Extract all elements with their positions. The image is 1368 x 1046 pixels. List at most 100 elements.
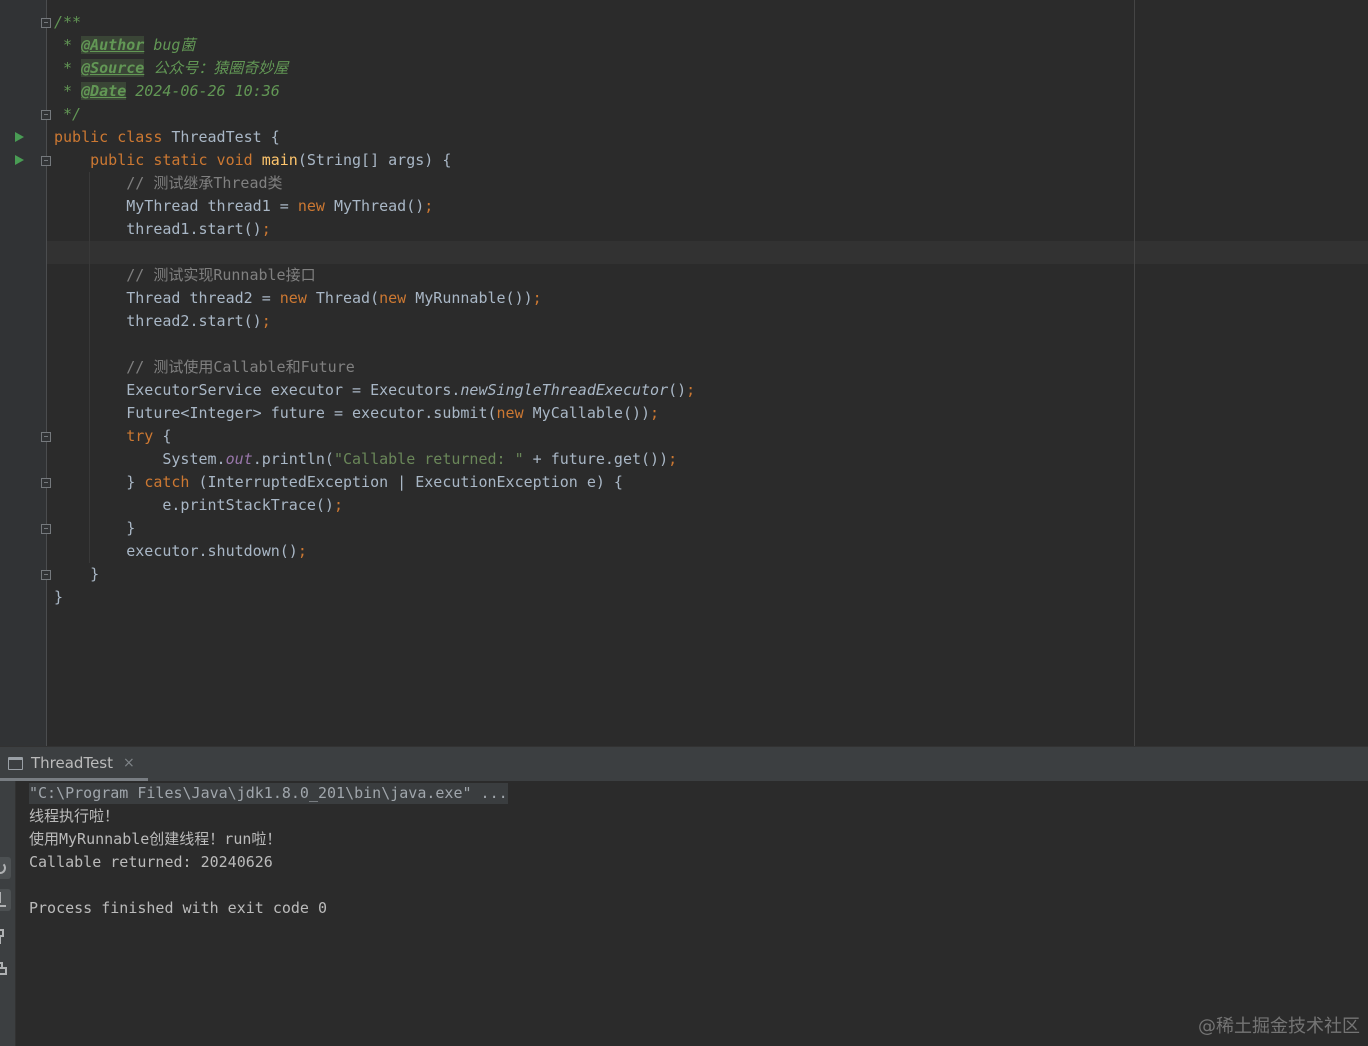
run-tab-threadtest[interactable]: ThreadTest ×: [0, 747, 148, 781]
doc-comment: /**: [54, 13, 82, 31]
console-exit-line: Process finished with exit code 0: [29, 899, 328, 917]
rerun-button[interactable]: [0, 857, 11, 879]
code-text: ThreadTest {: [162, 128, 280, 146]
code-line[interactable]: try {: [54, 425, 1354, 448]
run-gutter-icon[interactable]: [15, 132, 24, 142]
doc-value: 2024-06-26 10:36: [126, 82, 280, 100]
code-line[interactable]: System.out.println("Callable returned: "…: [54, 448, 1354, 471]
semicolon: ;: [686, 381, 696, 399]
code-text: .println(: [252, 450, 334, 468]
code-text: ExecutorService executor = Executors.: [54, 381, 461, 399]
string-literal: "Callable returned: ": [333, 450, 524, 468]
code-line[interactable]: public class ThreadTest {: [54, 126, 1354, 149]
code-text: Thread thread2 =: [54, 289, 280, 307]
fold-marker-icon[interactable]: [41, 524, 51, 534]
code-text: }: [54, 588, 64, 606]
keyword: public class: [54, 128, 163, 146]
static-method-call: newSingleThreadExecutor: [460, 381, 669, 399]
code-line[interactable]: MyThread thread1 = new MyThread();: [54, 195, 1354, 218]
code-area[interactable]: /** * @Author bug菌 * @Source 公众号：猿圈奇妙屋 *…: [54, 11, 1354, 609]
code-line[interactable]: thread2.start();: [54, 310, 1354, 333]
code-line[interactable]: Future<Integer> future = executor.submit…: [54, 402, 1354, 425]
code-line[interactable]: * @Source 公众号：猿圈奇妙屋: [54, 57, 1354, 80]
scroll-to-end-button[interactable]: [0, 889, 11, 911]
doc-value: bug菌: [144, 36, 196, 54]
close-icon[interactable]: ×: [123, 747, 135, 780]
fold-marker-icon[interactable]: [41, 570, 51, 580]
code-line[interactable]: // 测试实现Runnable接口: [54, 264, 1354, 287]
code-line[interactable]: }: [54, 563, 1354, 586]
pin-tab-button[interactable]: [0, 926, 11, 948]
fold-marker-icon[interactable]: [41, 156, 51, 166]
code-line[interactable]: } catch (InterruptedException | Executio…: [54, 471, 1354, 494]
code-text: MyThread(): [324, 197, 425, 215]
doc-value: 公众号：猿圈奇妙屋: [144, 59, 289, 77]
code-line[interactable]: public static void main(String[] args) {: [54, 149, 1354, 172]
code-line[interactable]: Thread thread2 = new Thread(new MyRunnab…: [54, 287, 1354, 310]
code-text: }: [54, 565, 100, 583]
console-output[interactable]: "C:\Program Files\Java\jdk1.8.0_201\bin\…: [0, 781, 1368, 1046]
fold-marker-icon[interactable]: [41, 478, 51, 488]
doc-tag: @Date: [81, 82, 127, 100]
code-line[interactable]: [54, 241, 1354, 264]
console-icon: [8, 757, 23, 770]
keyword: public static void: [54, 151, 253, 169]
code-text: (String[] args) {: [297, 151, 452, 169]
code-line[interactable]: ExecutorService executor = Executors.new…: [54, 379, 1354, 402]
code-line[interactable]: }: [54, 517, 1354, 540]
scroll-to-end-icon: [0, 889, 11, 911]
code-line[interactable]: executor.shutdown();: [54, 540, 1354, 563]
editor-gutter: [0, 0, 46, 746]
code-line[interactable]: /**: [54, 11, 1354, 34]
code-line[interactable]: }: [54, 586, 1354, 609]
pin-tab-icon: [0, 926, 11, 948]
static-field: out: [225, 450, 253, 468]
console-output-line: 使用MyRunnable创建线程！run啦！: [29, 830, 282, 848]
watermark: @稀土掘金技术社区: [1198, 1016, 1360, 1037]
code-text: Thread(: [306, 289, 380, 307]
rerun-icon: [0, 857, 11, 879]
code-line[interactable]: [54, 333, 1354, 356]
console-output-line: Callable returned: 20240626: [29, 853, 273, 871]
fold-marker-icon[interactable]: [41, 18, 51, 28]
semicolon: ;: [424, 197, 434, 215]
code-text: thread1.start(): [54, 220, 262, 238]
code-text: executor.shutdown(): [54, 542, 298, 560]
code-line[interactable]: */: [54, 103, 1354, 126]
fold-marker-icon[interactable]: [41, 432, 51, 442]
semicolon: ;: [261, 312, 271, 330]
console-toolbar: [0, 781, 16, 1046]
code-text: Future<Integer> future = executor.submit…: [54, 404, 497, 422]
line-comment: // 测试继承Thread类: [54, 174, 283, 192]
console-command[interactable]: "C:\Program Files\Java\jdk1.8.0_201\bin\…: [29, 783, 508, 804]
keyword: new: [496, 404, 524, 422]
run-gutter-icon[interactable]: [15, 155, 24, 165]
keyword: new: [279, 289, 307, 307]
semicolon: ;: [650, 404, 660, 422]
doc-tag: @Author: [81, 36, 145, 54]
code-text: }: [54, 519, 136, 537]
keyword: try: [54, 427, 154, 445]
code-text: System.: [54, 450, 226, 468]
code-text: e.printStackTrace(): [54, 496, 334, 514]
code-line[interactable]: e.printStackTrace();: [54, 494, 1354, 517]
semicolon: ;: [297, 542, 307, 560]
code-line[interactable]: thread1.start();: [54, 218, 1354, 241]
code-line[interactable]: // 测试使用Callable和Future: [54, 356, 1354, 379]
semicolon: ;: [333, 496, 343, 514]
code-text: (): [668, 381, 687, 399]
code-editor[interactable]: /** * @Author bug菌 * @Source 公众号：猿圈奇妙屋 *…: [0, 0, 1368, 746]
doc-tag: @Source: [81, 59, 145, 77]
code-line[interactable]: // 测试继承Thread类: [54, 172, 1354, 195]
code-line[interactable]: * @Author bug菌: [54, 34, 1354, 57]
code-text: MyRunnable()): [406, 289, 533, 307]
fold-marker-icon[interactable]: [41, 110, 51, 120]
print-button[interactable]: [0, 959, 11, 981]
console-text: "C:\Program Files\Java\jdk1.8.0_201\bin\…: [29, 782, 508, 920]
code-text: MyCallable()): [523, 404, 651, 422]
code-line[interactable]: * @Date 2024-06-26 10:36: [54, 80, 1354, 103]
keyword: new: [297, 197, 325, 215]
console-output-line: 线程执行啦！: [29, 807, 120, 825]
